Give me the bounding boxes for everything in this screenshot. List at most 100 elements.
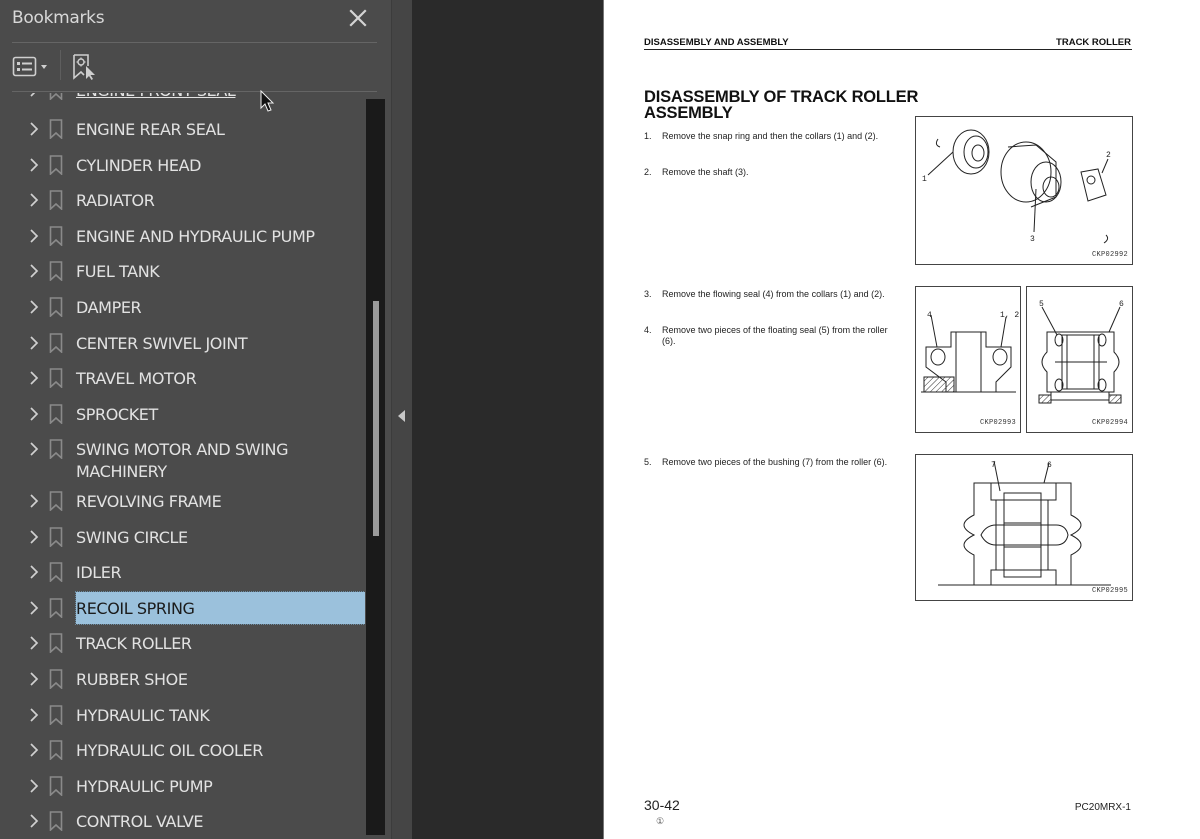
callout-5: 5 <box>1039 300 1044 309</box>
document-viewer-background <box>412 0 602 839</box>
bookmark-item[interactable]: SPROCKET <box>0 396 365 432</box>
expand-chevron-icon[interactable] <box>28 707 40 723</box>
bookmark-item[interactable]: HYDRAULIC OIL COOLER <box>0 732 365 768</box>
bookmark-icon <box>49 562 63 583</box>
expand-chevron-icon[interactable] <box>28 93 40 98</box>
expand-chevron-icon[interactable] <box>28 406 40 422</box>
toolbar-separator <box>60 50 61 80</box>
expand-chevron-icon[interactable] <box>28 263 40 279</box>
roller-seal-drawing: 5 6 <box>1038 300 1124 404</box>
expand-chevron-icon[interactable] <box>28 192 40 208</box>
revision-mark: ① <box>656 816 665 826</box>
bookmark-item[interactable]: ENGINE AND HYDRAULIC PUMP <box>0 218 365 254</box>
panel-collapse-handle[interactable] <box>391 0 412 839</box>
expand-chevron-icon[interactable] <box>28 778 40 794</box>
step-3: 3. Remove the flowing seal (4) from the … <box>644 289 894 300</box>
step-1: 1. Remove the snap ring and then the col… <box>644 131 894 142</box>
bookmark-label: RUBBER SHOE <box>76 669 188 689</box>
expand-chevron-icon[interactable] <box>28 335 40 351</box>
expand-chevron-icon[interactable] <box>28 671 40 687</box>
step-text: Remove two pieces of the bushing (7) fro… <box>662 457 888 467</box>
expand-chevron-icon[interactable] <box>28 299 40 315</box>
figure-code: CKP02993 <box>979 419 1016 427</box>
bookmark-label: SWING CIRCLE <box>76 527 188 547</box>
bookmark-label: TRAVEL MOTOR <box>76 369 197 389</box>
bookmark-icon <box>49 439 63 461</box>
bookmarks-panel: Bookmarks ENGINE REAR SEAL CYLINDER HEAD… <box>0 0 391 839</box>
callout-4: 4 <box>927 311 932 320</box>
expand-chevron-icon[interactable] <box>28 813 40 829</box>
bookmark-label: HYDRAULIC PUMP <box>76 776 213 796</box>
expand-chevron-icon[interactable] <box>28 121 40 137</box>
bookmark-icon <box>49 811 63 833</box>
document-page: DISASSEMBLY AND ASSEMBLY TRACK ROLLER DI… <box>603 0 1200 839</box>
bookmark-item[interactable]: HYDRAULIC TANK <box>0 697 365 733</box>
exploded-roller-drawing: 1 2 3 <box>922 129 1111 244</box>
bookmark-label: ENGINE REAR SEAL <box>76 120 225 139</box>
panel-title: Bookmarks <box>12 8 105 28</box>
bookmark-item[interactable]: CENTER SWIVEL JOINT <box>0 325 365 361</box>
expand-chevron-icon[interactable] <box>28 370 40 386</box>
expand-chevron-icon[interactable] <box>28 600 40 616</box>
bookmark-item[interactable]: CYLINDER HEAD <box>0 147 365 183</box>
bookmark-icon <box>49 597 63 619</box>
bookmark-label: TRACK ROLLER <box>76 634 192 654</box>
expand-chevron-icon[interactable] <box>28 529 40 545</box>
step-text: Remove two pieces of the floating seal (… <box>662 325 888 346</box>
bookmark-item[interactable]: ENGINE REAR SEAL <box>0 111 365 147</box>
expand-chevron-icon[interactable] <box>28 157 40 173</box>
bookmark-item[interactable]: IDLER <box>0 554 365 590</box>
bookmark-label: CENTER SWIVEL JOINT <box>76 333 248 353</box>
bookmark-icon <box>49 491 63 512</box>
bookmark-label: FUEL TANK <box>76 262 160 282</box>
bookmark-icon <box>49 154 63 176</box>
list-options-icon <box>12 56 47 77</box>
bookmark-label: HYDRAULIC OIL COOLER <box>76 741 263 761</box>
bookmark-item-partial[interactable]: ENGINE FRONT SEAL <box>0 93 365 108</box>
bookmark-scrollbar[interactable] <box>366 99 385 835</box>
bookmark-item[interactable]: SWING MOTOR AND SWING MACHINERY <box>0 431 365 481</box>
figure-code: CKP02992 <box>1091 251 1128 259</box>
bookmark-item[interactable]: SWING CIRCLE <box>0 519 365 555</box>
bookmark-label: ENGINE AND HYDRAULIC PUMP <box>76 226 315 246</box>
step-number: 5. <box>644 457 652 467</box>
running-header-right: TRACK ROLLER <box>1056 37 1131 48</box>
expand-chevron-icon[interactable] <box>28 635 40 651</box>
bookmark-item[interactable]: RADIATOR <box>0 182 365 218</box>
bookmark-icon <box>49 119 63 140</box>
bookmark-item[interactable]: TRAVEL MOTOR <box>0 360 365 396</box>
bookmark-item[interactable]: HYDRAULIC PUMP <box>0 768 365 804</box>
model-code: PC20MRX-1 <box>1074 802 1131 813</box>
expand-chevron-icon[interactable] <box>28 441 40 457</box>
callout-2: 2 <box>1106 151 1111 160</box>
close-panel-button[interactable] <box>346 6 370 30</box>
expand-chevron-icon[interactable] <box>28 564 40 580</box>
bookmark-item[interactable]: RECOIL SPRING <box>0 590 365 626</box>
figure-code: CKP02995 <box>1091 587 1128 595</box>
step-4: 4. Remove two pieces of the floating sea… <box>644 325 894 347</box>
find-bookmark-icon <box>73 54 95 80</box>
bookmark-label: IDLER <box>76 563 122 583</box>
callout-6: 6 <box>1119 300 1124 309</box>
bookmark-item[interactable]: CONTROL VALVE <box>0 803 365 839</box>
find-current-bookmark-button[interactable] <box>72 53 98 81</box>
bookmark-icon <box>49 261 63 283</box>
running-header-left: DISASSEMBLY AND ASSEMBLY <box>644 37 789 48</box>
bookmark-item[interactable]: FUEL TANK <box>0 253 365 289</box>
bookmark-item[interactable]: DAMPER <box>0 289 365 325</box>
bookmark-item[interactable]: REVOLVING FRAME <box>0 483 365 519</box>
bookmark-icon <box>49 740 63 761</box>
bookmark-item[interactable]: RUBBER SHOE <box>0 661 365 697</box>
expand-chevron-icon[interactable] <box>28 228 40 244</box>
expand-chevron-icon[interactable] <box>28 742 40 758</box>
scrollbar-thumb[interactable] <box>373 301 379 536</box>
expand-chevron-icon[interactable] <box>28 493 40 509</box>
bookmark-item[interactable]: TRACK ROLLER <box>0 625 365 661</box>
bookmark-label: SWING MOTOR AND SWING MACHINERY <box>76 440 289 482</box>
options-menu-button[interactable] <box>12 55 52 79</box>
figure-roller-seal-section: 5 6 CKP02994 <box>1026 286 1133 433</box>
bookmark-icon <box>49 403 63 425</box>
step-number: 4. <box>644 325 652 335</box>
callout-6: 6 <box>1047 461 1052 470</box>
bookmark-label: SPROCKET <box>76 404 158 424</box>
